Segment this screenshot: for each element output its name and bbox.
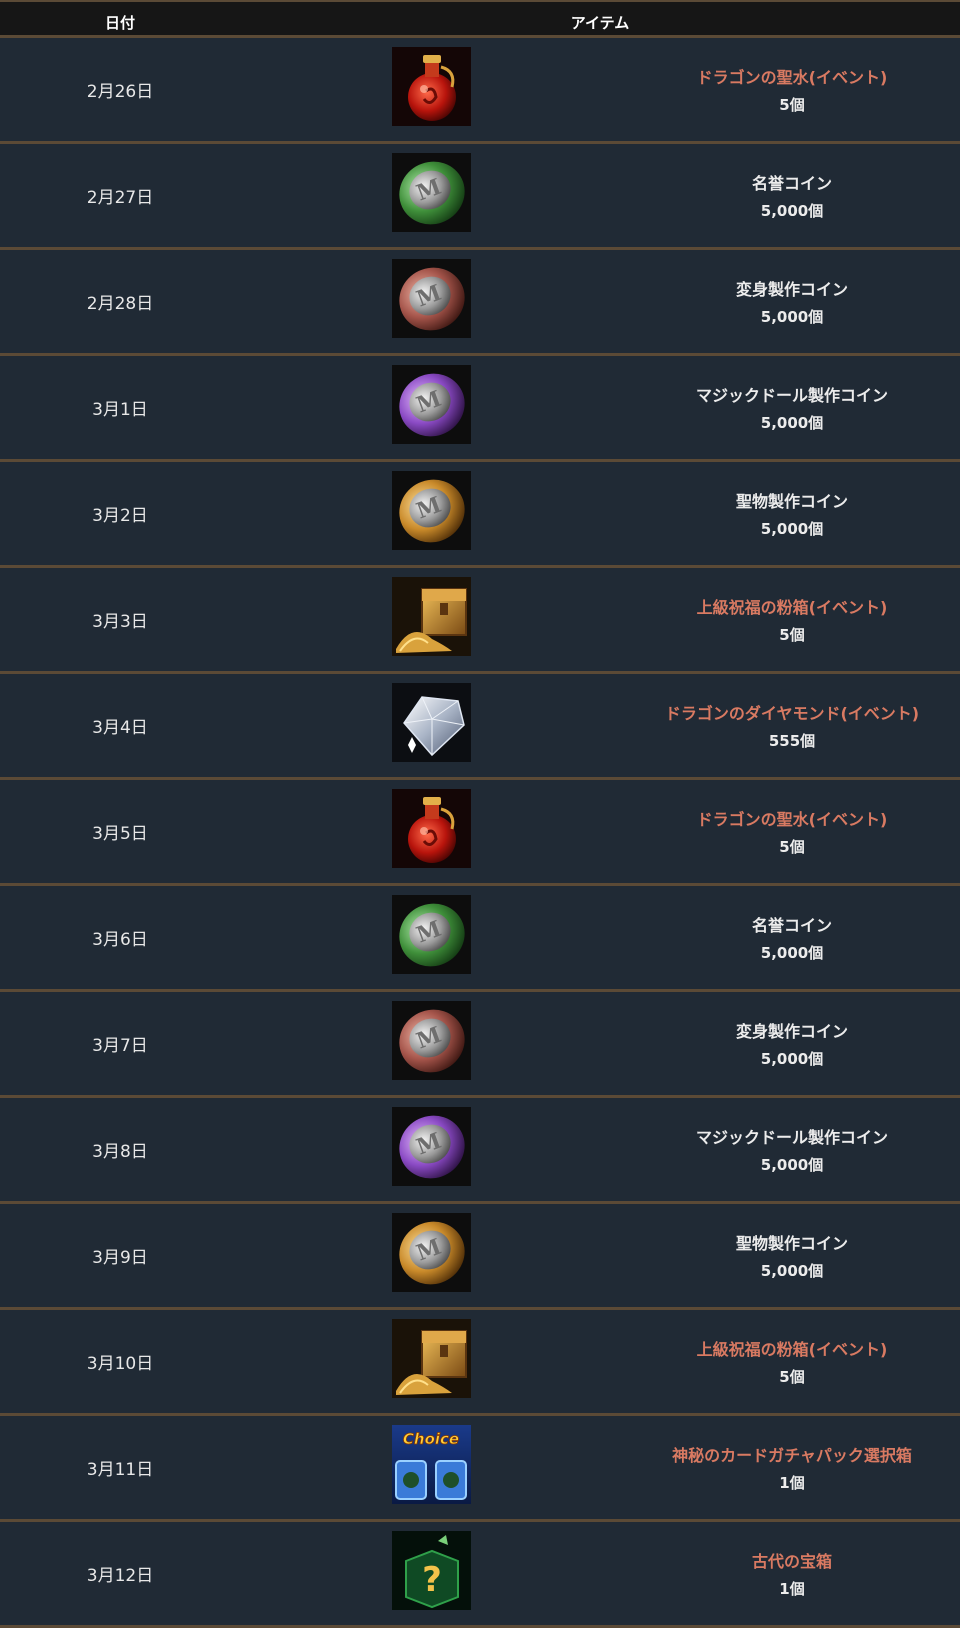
row-date: 3月1日	[92, 400, 148, 420]
item-quantity: 5,000個	[760, 520, 824, 538]
item-name: マジックドール製作コイン	[695, 386, 888, 405]
diamond-icon	[392, 683, 471, 762]
reward-table: 日付 アイテム 2月26日 ドラゴンの聖水(イベント) 5個 2月27日 M 名…	[0, 0, 960, 1628]
table-row: 3月8日 M マジックドール製作コイン 5,000個	[0, 1098, 960, 1204]
item-quantity: 1個	[779, 1580, 805, 1598]
item-name: 名誉コイン	[751, 916, 832, 935]
item-name: マジックドール製作コイン	[695, 1128, 888, 1147]
table-row: 3月2日 M 聖物製作コイン 5,000個	[0, 462, 960, 568]
table-row: 2月26日 ドラゴンの聖水(イベント) 5個	[0, 38, 960, 144]
table-row: 2月28日 M 変身製作コイン 5,000個	[0, 250, 960, 356]
item-name: 変身製作コイン	[735, 1022, 848, 1041]
item-info: マジックドール製作コイン 5,000個	[632, 1098, 952, 1201]
table-row: 3月11日 Choice 神秘のカードガチャパック選択箱 1個	[0, 1416, 960, 1522]
row-date: 3月2日	[92, 506, 148, 526]
table-row: 3月1日 M マジックドール製作コイン 5,000個	[0, 356, 960, 462]
item-quantity: 555個	[768, 732, 816, 750]
item-name: ドラゴンのダイヤモンド(イベント)	[664, 704, 920, 723]
item-info: ドラゴンのダイヤモンド(イベント) 555個	[632, 674, 952, 777]
choice-box-icon: Choice	[392, 1425, 471, 1504]
item-name: 名誉コイン	[751, 174, 832, 193]
item-name: 聖物製作コイン	[735, 1234, 848, 1253]
row-date: 2月28日	[86, 294, 154, 314]
mystery-box-icon: ?	[392, 1531, 471, 1610]
row-date: 3月11日	[86, 1460, 154, 1480]
row-date: 3月8日	[92, 1142, 148, 1162]
item-info: 上級祝福の粉箱(イベント) 5個	[632, 1310, 952, 1413]
table-row: 3月3日 上級祝福の粉箱(イベント) 5個	[0, 568, 960, 674]
row-date: 3月5日	[92, 824, 148, 844]
green-coin-icon: M	[392, 895, 471, 974]
item-quantity: 5個	[779, 838, 805, 856]
item-info: 変身製作コイン 5,000個	[632, 992, 952, 1095]
table-row: 3月7日 M 変身製作コイン 5,000個	[0, 992, 960, 1098]
gold-coin-icon: M	[392, 471, 471, 550]
table-row: 3月10日 上級祝福の粉箱(イベント) 5個	[0, 1310, 960, 1416]
item-quantity: 5,000個	[760, 1050, 824, 1068]
svg-text:Choice: Choice	[403, 1430, 459, 1448]
item-info: 聖物製作コイン 5,000個	[632, 1204, 952, 1307]
item-quantity: 5,000個	[760, 944, 824, 962]
table-row: 3月9日 M 聖物製作コイン 5,000個	[0, 1204, 960, 1310]
row-date: 2月27日	[86, 188, 154, 208]
table-row: 3月6日 M 名誉コイン 5,000個	[0, 886, 960, 992]
item-name: 変身製作コイン	[735, 280, 848, 299]
row-date: 3月6日	[92, 930, 148, 950]
treasure-chest-icon	[392, 1319, 471, 1398]
item-name: 古代の宝箱	[751, 1552, 832, 1571]
item-quantity: 1個	[779, 1474, 805, 1492]
item-quantity: 5個	[779, 1368, 805, 1386]
item-info: 神秘のカードガチャパック選択箱 1個	[632, 1416, 952, 1519]
row-date: 3月9日	[92, 1248, 148, 1268]
item-quantity: 5,000個	[760, 202, 824, 220]
table-row: 3月4日 ドラゴンのダイヤモンド(イベント) 555個	[0, 674, 960, 780]
date-column-header: 日付	[104, 14, 135, 32]
row-date: 2月26日	[86, 82, 154, 102]
item-info: 変身製作コイン 5,000個	[632, 250, 952, 353]
row-date: 3月7日	[92, 1036, 148, 1056]
item-quantity: 5,000個	[760, 308, 824, 326]
item-name: ドラゴンの聖水(イベント)	[696, 810, 888, 829]
svg-text:?: ?	[422, 1560, 442, 1600]
item-info: 聖物製作コイン 5,000個	[632, 462, 952, 565]
item-info: ドラゴンの聖水(イベント) 5個	[632, 38, 952, 141]
item-quantity: 5,000個	[760, 1262, 824, 1280]
item-name: 上級祝福の粉箱(イベント)	[696, 1340, 888, 1359]
item-name: ドラゴンの聖水(イベント)	[696, 68, 888, 87]
item-info: マジックドール製作コイン 5,000個	[632, 356, 952, 459]
item-quantity: 5,000個	[760, 414, 824, 432]
item-info: ドラゴンの聖水(イベント) 5個	[632, 780, 952, 883]
item-info: 上級祝福の粉箱(イベント) 5個	[632, 568, 952, 671]
item-quantity: 5個	[779, 626, 805, 644]
item-column-header: アイテム	[570, 14, 630, 32]
item-info: 古代の宝箱 1個	[632, 1522, 952, 1625]
purple-coin-icon: M	[392, 365, 471, 444]
item-quantity: 5,000個	[760, 1156, 824, 1174]
item-info: 名誉コイン 5,000個	[632, 886, 952, 989]
row-date: 3月12日	[86, 1566, 154, 1586]
item-name: 神秘のカードガチャパック選択箱	[672, 1446, 912, 1465]
row-date: 3月10日	[86, 1354, 154, 1374]
item-name: 上級祝福の粉箱(イベント)	[696, 598, 888, 617]
red-potion-icon	[392, 47, 471, 126]
copper-coin-icon: M	[392, 1001, 471, 1080]
treasure-chest-icon	[392, 577, 471, 656]
purple-coin-icon: M	[392, 1107, 471, 1186]
row-date: 3月4日	[92, 718, 148, 738]
table-body: 2月26日 ドラゴンの聖水(イベント) 5個 2月27日 M 名誉コイン 5,0…	[0, 38, 960, 1628]
item-name: 聖物製作コイン	[735, 492, 848, 511]
green-coin-icon: M	[392, 153, 471, 232]
row-date: 3月3日	[92, 612, 148, 632]
item-quantity: 5個	[779, 96, 805, 114]
copper-coin-icon: M	[392, 259, 471, 338]
table-header: 日付 アイテム	[0, 0, 960, 38]
table-row: 3月5日 ドラゴンの聖水(イベント) 5個	[0, 780, 960, 886]
red-potion-icon	[392, 789, 471, 868]
table-row: 3月12日 ? 古代の宝箱 1個	[0, 1522, 960, 1628]
item-info: 名誉コイン 5,000個	[632, 144, 952, 247]
gold-coin-icon: M	[392, 1213, 471, 1292]
table-row: 2月27日 M 名誉コイン 5,000個	[0, 144, 960, 250]
